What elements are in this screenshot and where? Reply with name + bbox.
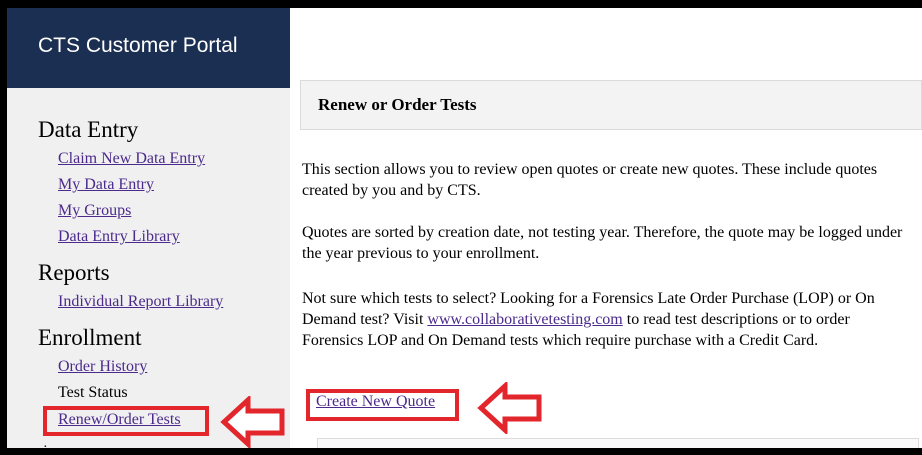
left-arrow-annotation-icon [477,382,542,434]
sidebar: CTS Customer Portal Data Entry Claim New… [7,8,290,448]
sidebar-item-individual-report-library[interactable]: Individual Report Library [58,293,223,311]
sorting-paragraph: Quotes are sorted by creation date, not … [302,224,903,262]
truncated-sidebar-item: · [43,440,48,448]
sidebar-heading-reports: Reports [38,260,110,285]
sidebar-item-order-history[interactable]: Order History [58,358,147,376]
page-title-bar: Renew or Order Tests [300,80,922,130]
portal-title[interactable]: CTS Customer Portal [38,34,238,58]
main-content: Renew or Order Tests This section allows… [290,8,922,448]
browser-viewport: CTS Customer Portal Data Entry Claim New… [7,8,922,448]
highlight-box-renew-order-tests [43,406,209,436]
left-arrow-annotation-icon [220,396,285,448]
sidebar-heading-data-entry: Data Entry [38,117,139,142]
sidebar-item-my-groups[interactable]: My Groups [58,202,131,220]
page-title: Renew or Order Tests [318,95,477,114]
highlight-box-create-new-quote [306,389,459,421]
sidebar-item-test-status[interactable]: Test Status [58,384,128,402]
sidebar-item-claim-new-data-entry[interactable]: Claim New Data Entry [58,150,205,168]
intro-paragraph: This section allows you to review open q… [302,161,878,199]
collaborativetesting-link[interactable]: www.collaborativetesting.com [427,311,622,328]
sidebar-heading-enrollment: Enrollment [38,325,142,350]
quotes-panel [317,438,919,448]
sidebar-item-my-data-entry[interactable]: My Data Entry [58,176,154,194]
sidebar-item-data-entry-library[interactable]: Data Entry Library [58,228,180,246]
portal-header: CTS Customer Portal [7,8,290,88]
help-paragraph: Not sure which tests to select? Looking … [302,288,914,351]
